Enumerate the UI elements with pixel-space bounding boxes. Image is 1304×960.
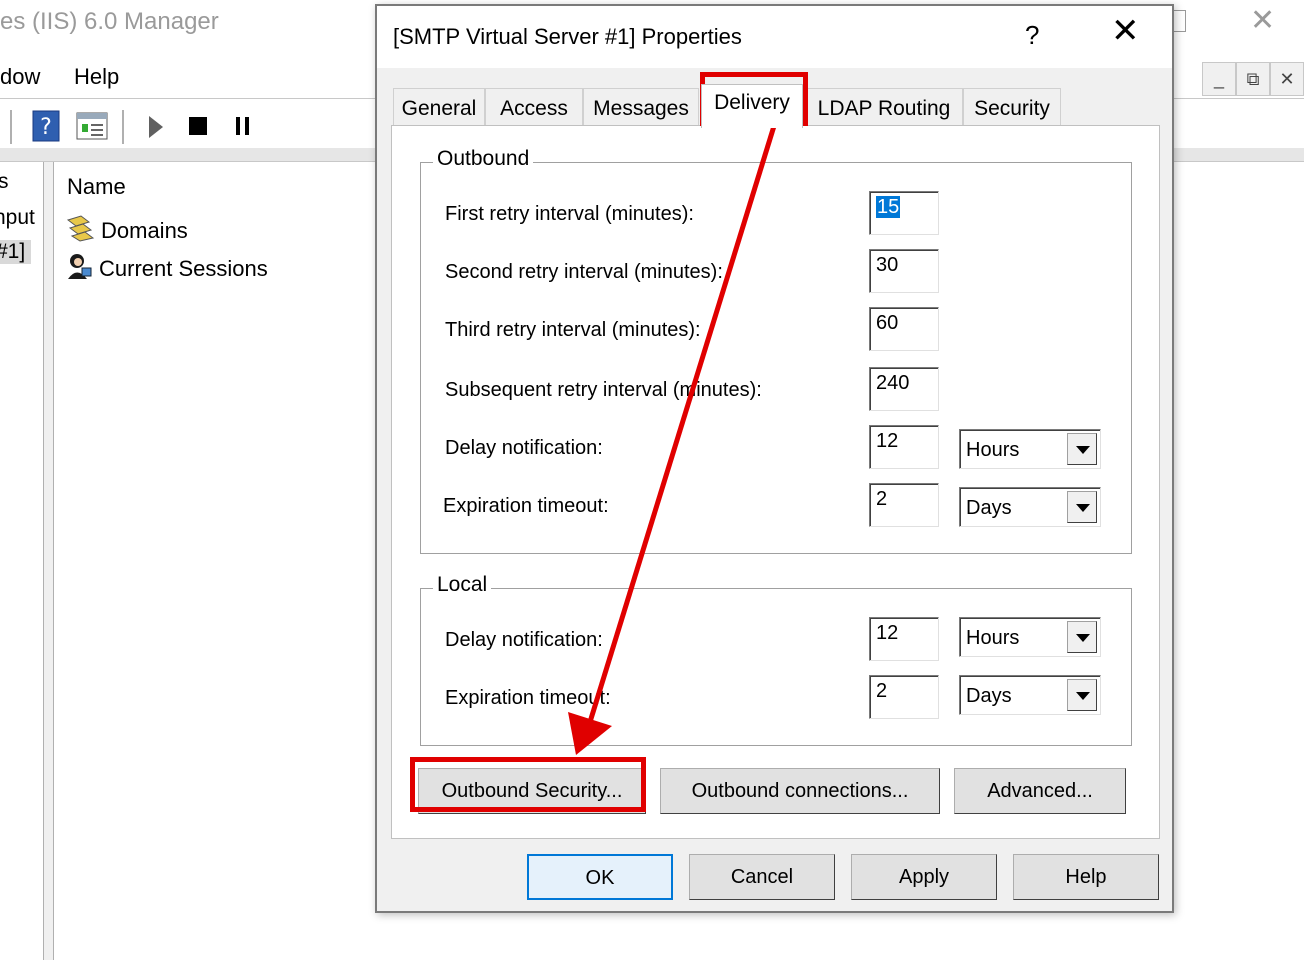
select-value: Days [966,685,1012,707]
minimize-icon[interactable]: _ [1202,62,1236,96]
local-expiration-label: Expiration timeout: [445,687,611,709]
pane-border [0,148,380,162]
play-icon[interactable] [146,114,166,145]
sessions-icon [65,252,93,286]
stop-icon[interactable] [188,116,208,141]
pane-border [1172,148,1304,162]
local-group: Local Delay notification: 12 Hours Expir… [420,573,1132,746]
delivery-tab-panel: Outbound First retry interval (minutes):… [391,125,1160,839]
divider [0,98,380,99]
list-item-label: Current Sessions [99,256,268,281]
second-retry-field[interactable]: 30 [869,249,939,293]
outbound-group: Outbound First retry interval (minutes):… [420,147,1132,554]
chevron-down-icon[interactable] [1067,491,1097,523]
mdi-controls: _ ⧉ ✕ [1198,62,1304,98]
app-title: es (IIS) 6.0 Manager [0,8,219,35]
third-retry-label: Third retry interval (minutes): [445,319,701,341]
third-retry-field[interactable]: 60 [869,307,939,351]
close-icon[interactable]: ✕ [1270,62,1304,96]
local-expiration-field[interactable]: 2 [869,675,939,719]
first-retry-label: First retry interval (minutes): [445,203,694,225]
list-item-domains[interactable]: Domains [65,214,188,248]
tree-item[interactable]: nput [0,206,35,230]
first-retry-value: 15 [876,196,901,218]
local-delay-field[interactable]: 12 [869,617,939,661]
tree-item[interactable]: s [0,170,9,194]
help-icon[interactable]: ? [1025,20,1039,51]
column-header-name[interactable]: Name [67,174,126,200]
select-value: Days [966,497,1012,519]
outbound-expiration-field[interactable]: 2 [869,483,939,527]
local-group-label: Local [433,573,492,597]
advanced-button[interactable]: Advanced... [954,768,1126,814]
tab-strip: General Access Messages Delivery LDAP Ro… [393,84,1073,128]
outbound-security-highlight [410,757,646,812]
divider [1172,98,1304,99]
outbound-expiration-unit-select[interactable]: Days [959,487,1101,527]
outbound-group-label: Outbound [433,147,534,171]
outbound-connections-button[interactable]: Outbound connections... [660,768,940,814]
help-button[interactable]: Help [1013,854,1159,900]
outbound-delay-unit-select[interactable]: Hours [959,429,1101,469]
splitter[interactable] [44,162,54,960]
restore-icon[interactable]: ⧉ [1236,62,1270,96]
subsequent-retry-field[interactable]: 240 [869,367,939,411]
tab-delivery[interactable]: Delivery [701,84,803,128]
cancel-button[interactable]: Cancel [689,854,835,900]
toolbar-separator [122,110,124,144]
second-retry-label: Second retry interval (minutes): [445,261,723,283]
outbound-expiration-label: Expiration timeout: [443,495,609,517]
outbound-delay-field[interactable]: 12 [869,425,939,469]
pause-icon[interactable] [234,116,252,141]
chevron-down-icon[interactable] [1067,621,1097,653]
result-pane: Name Domains Current Sessions [55,162,375,960]
close-icon[interactable]: ✕ [1111,14,1140,48]
tab-ldap-routing[interactable]: LDAP Routing [805,88,963,126]
list-item-current-sessions[interactable]: Current Sessions [65,252,268,286]
help-icon[interactable]: ? [32,110,60,147]
list-item-label: Domains [101,218,188,243]
select-value: Hours [966,627,1020,649]
toolbar-separator [10,110,12,144]
close-icon[interactable]: ✕ [1250,6,1275,36]
dialog-title: [SMTP Virtual Server #1] Properties [393,24,742,49]
subsequent-retry-label: Subsequent retry interval (minutes): [445,379,762,401]
console-tree: s nput #1] [0,162,44,960]
local-delay-unit-select[interactable]: Hours [959,617,1101,657]
domains-icon [65,214,95,248]
outbound-delay-label: Delay notification: [445,437,603,459]
tree-item-selected[interactable]: #1] [0,240,32,264]
select-value: Hours [966,439,1020,461]
ok-button[interactable]: OK [527,854,673,900]
properties-icon[interactable] [76,110,108,147]
chevron-down-icon[interactable] [1067,679,1097,711]
menu-help[interactable]: Help [74,64,119,90]
dialog-titlebar: [SMTP Virtual Server #1] Properties ? ✕ [377,6,1172,68]
toolbar: ? [0,104,380,148]
tab-access[interactable]: Access [485,88,583,126]
chevron-down-icon[interactable] [1067,433,1097,465]
first-retry-field[interactable]: 15 [869,191,939,235]
apply-button[interactable]: Apply [851,854,997,900]
menu-window[interactable]: dow [0,64,40,90]
local-delay-label: Delay notification: [445,629,603,651]
tab-messages[interactable]: Messages [583,88,699,126]
tab-general[interactable]: General [393,88,485,126]
local-expiration-unit-select[interactable]: Days [959,675,1101,715]
svg-text:?: ? [40,115,52,140]
menu-bar: dow Help [0,60,380,96]
tab-security[interactable]: Security [963,88,1061,126]
